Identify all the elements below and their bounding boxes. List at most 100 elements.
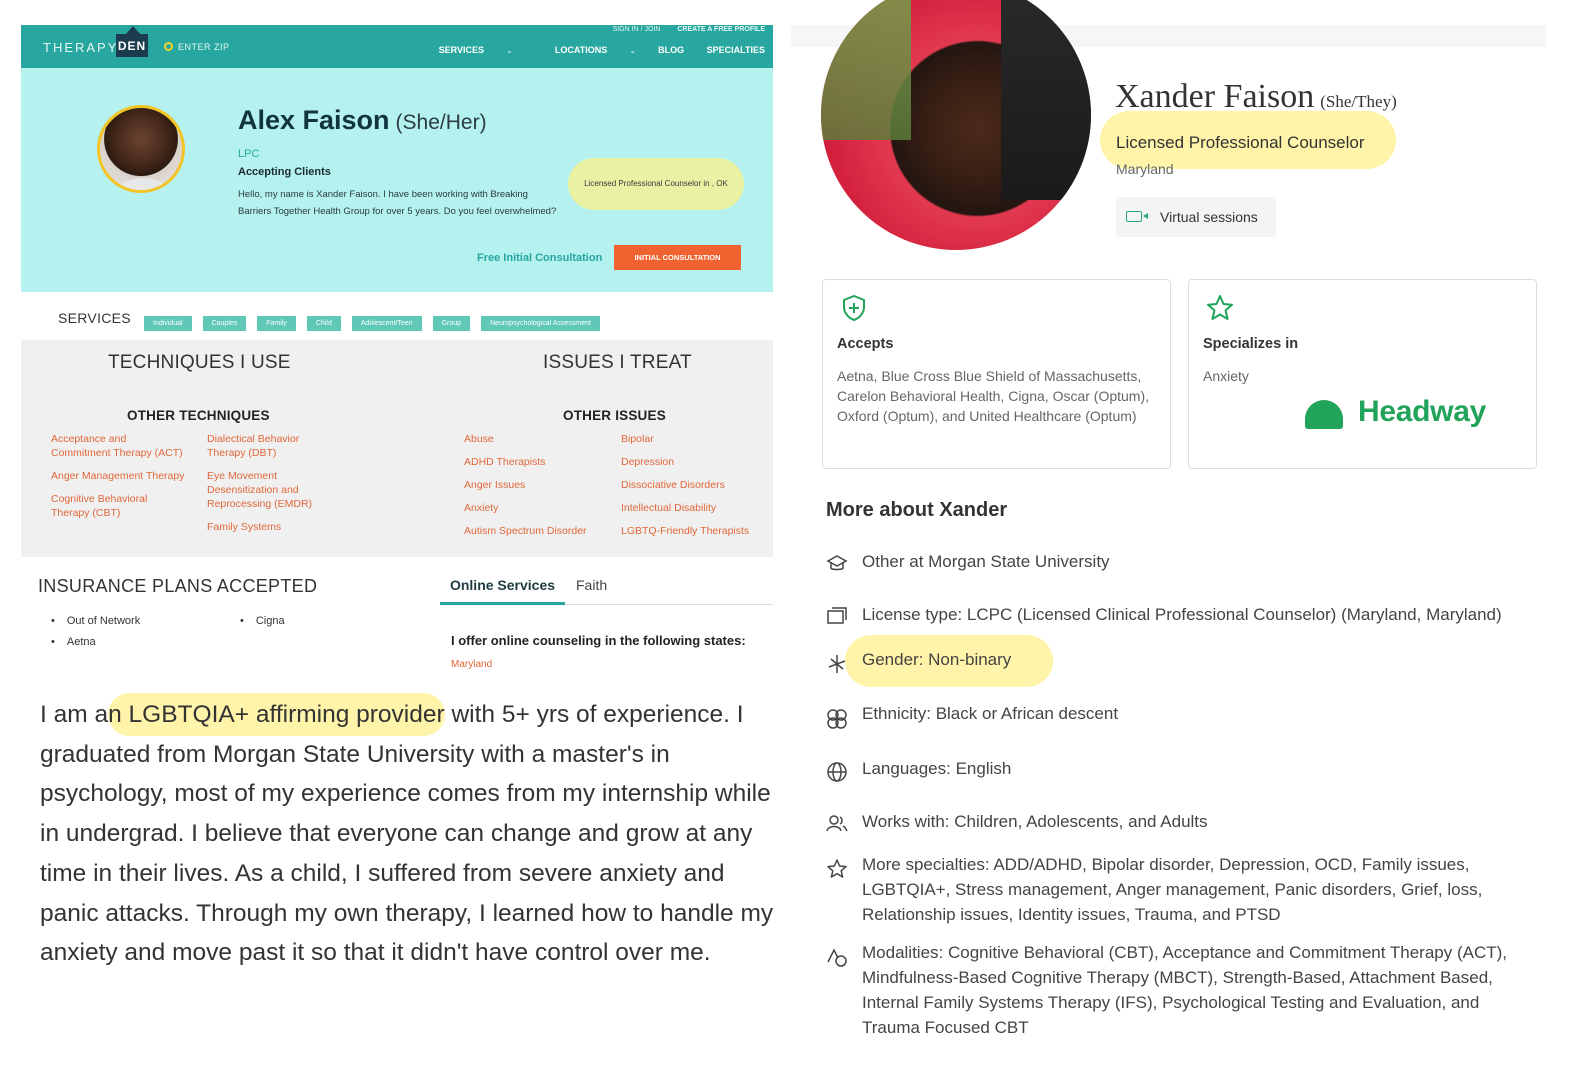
issue-link[interactable]: Bipolar [621,432,771,446]
education-item: Other at Morgan State University [862,552,1110,571]
specializes-title: Specializes in [1203,336,1299,352]
issue-link[interactable]: Abuse [464,432,614,446]
bio-rest: with 5+ yrs of experience. I graduated f… [40,701,774,967]
create-profile-link[interactable]: CREATE A FREE PROFILE [677,26,765,33]
top-navigation-bar: THERAPY DEN ENTER ZIP SIGN IN / JOIN CRE… [21,25,773,68]
techniques-title: TECHNIQUES I USE [108,352,291,373]
works-with-item: Works with: Children, Adolescents, and A… [862,812,1208,831]
accepting-status: Accepting Clients [238,166,331,178]
issues-list-1: Abuse ADHD Therapists Anger Issues Anxie… [464,432,614,547]
online-state-link[interactable]: Maryland [451,659,492,670]
ethnicity-icon [827,709,847,729]
issue-link[interactable]: Anxiety [464,501,614,515]
search-icon [164,42,173,51]
short-bio: Hello, my name is Xander Faison. I have … [238,189,557,217]
credential: LPC [238,148,260,160]
specializes-card: Specializes in Anxiety Headway [1188,279,1537,469]
service-chip: Adolescent/Teen [351,316,422,331]
technique-link[interactable]: Acceptance and Commitment Therapy (ACT) [51,432,186,460]
virtual-sessions-badge: Virtual sessions [1116,197,1276,237]
more-about-title: More about Xander [826,499,1008,521]
license-title: Licensed Professional Counselor [1116,133,1365,152]
issue-link[interactable]: Dissociative Disorders [621,478,771,492]
pronouns: (She/They) [1320,92,1397,111]
other-issues-heading: OTHER ISSUES [563,408,666,423]
issue-link[interactable]: Intellectual Disability [621,501,771,515]
accepts-card: Accepts Aetna, Blue Cross Blue Shield of… [822,279,1171,469]
service-chip: Family [257,316,296,331]
therapyden-logo-text[interactable]: THERAPY [43,40,118,55]
gender-icon [828,655,846,673]
technique-link[interactable]: Eye Movement Desensitization and Reproce… [207,469,332,511]
techniques-list-2: Dialectical Behavior Therapy (DBT) Eye M… [207,432,332,543]
zip-placeholder: ENTER ZIP [178,42,230,52]
therapyden-logo-badge[interactable]: DEN [116,26,148,57]
headway-wordmark: Headway [1358,395,1486,428]
online-counseling-text: I offer online counseling in the followi… [451,633,746,648]
nav-services[interactable]: SERVICES ⌄ [419,45,513,55]
star-outline-icon [827,859,847,878]
technique-link[interactable]: Anger Management Therapy [51,469,186,483]
technique-link[interactable]: Dialectical Behavior Therapy (DBT) [207,432,332,460]
tab-faith[interactable]: Faith [576,577,607,593]
service-chip: Group [432,316,471,331]
tab-online-services[interactable]: Online Services [440,577,565,605]
free-consult-link[interactable]: Free Initial Consultation [477,252,602,264]
service-chip: Neuropsychological Assessment [481,316,600,331]
accepts-list: Aetna, Blue Cross Blue Shield of Massach… [837,368,1150,424]
issues-title: ISSUES I TREAT [543,352,692,373]
profile-photo [821,0,1091,250]
graduation-cap-icon [826,555,848,571]
main-nav: SERVICES ⌄ LOCATIONS ⌄ BLOG SPECIALTIES [399,45,765,55]
insurance-item: Out of Network [51,615,140,627]
insurance-item: Cigna [240,615,285,627]
issues-list-2: Bipolar Depression Dissociative Disorder… [621,432,771,547]
initial-consultation-button[interactable]: INITIAL CONSULTATION [614,245,741,270]
technique-link[interactable]: Cognitive Behavioral Therapy (CBT) [51,492,186,520]
headway-logo-mark [1305,400,1343,429]
issue-link[interactable]: Autism Spectrum Disorder [464,524,614,538]
technique-link[interactable]: Family Systems [207,520,332,534]
bio-start: I am a [40,701,109,728]
license-card-icon [827,607,847,624]
chevron-down-icon: ⌄ [629,48,636,55]
accepts-title: Accepts [837,336,894,352]
globe-icon [827,762,847,782]
zip-search[interactable]: ENTER ZIP [164,42,230,52]
star-icon [1207,295,1233,320]
issue-link[interactable]: ADHD Therapists [464,455,614,469]
account-links: SIGN IN / JOIN CREATE A FREE PROFILE [598,26,765,33]
ethnicity-item: Ethnicity: Black or African descent [862,704,1119,723]
techniques-list-1: Acceptance and Commitment Therapy (ACT) … [51,432,186,529]
insurance-list-1: Out of Network Aetna [51,615,140,657]
chevron-down-icon: ⌄ [506,48,513,55]
insurance-item: Aetna [51,636,140,648]
techniques-issues-section: TECHNIQUES I USE ISSUES I TREAT OTHER TE… [21,340,773,557]
long-bio: I am an LGBTQIA+ affirming provider with… [40,693,775,973]
location: Maryland [1116,161,1174,177]
video-camera-icon [1126,211,1148,222]
modalities-icon [827,948,847,967]
profile-name: Alex Faison (She/Her) [238,105,487,135]
headway-profile-screenshot: Xander Faison (She/They) Licensed Profess… [791,0,1546,1065]
sign-in-link[interactable]: SIGN IN / JOIN [613,26,661,33]
profile-hero: Alex Faison (She/Her) LPC Accepting Clien… [21,68,773,292]
gender-item: Gender: Non-binary [862,650,1012,669]
insurance-list-2: Cigna [240,615,285,636]
nav-specialties[interactable]: SPECIALTIES [707,45,765,55]
modalities-item: Modalities: Cognitive Behavioral (CBT), … [862,943,1507,1037]
specializes-list: Anxiety [1203,368,1249,384]
service-chips: Individual Couples Family Child Adolescent/T… [144,312,611,331]
shield-plus-icon [843,294,865,322]
issue-link[interactable]: Depression [621,455,771,469]
services-section: SERVICES Individual Couples Family Child Ado… [31,292,773,340]
nav-locations[interactable]: LOCATIONS ⌄ [535,45,636,55]
services-title: SERVICES [58,310,131,326]
issue-link[interactable]: Anger Issues [464,478,614,492]
nav-blog[interactable]: BLOG [658,45,684,55]
issue-link[interactable]: LGBTQ-Friendly Therapists [621,524,771,538]
therapyden-profile-screenshot: THERAPY DEN ENTER ZIP SIGN IN / JOIN CRE… [21,25,773,1065]
people-icon [826,815,848,832]
service-tabs: Online Services Faith [440,577,773,605]
profile-avatar [97,105,185,193]
